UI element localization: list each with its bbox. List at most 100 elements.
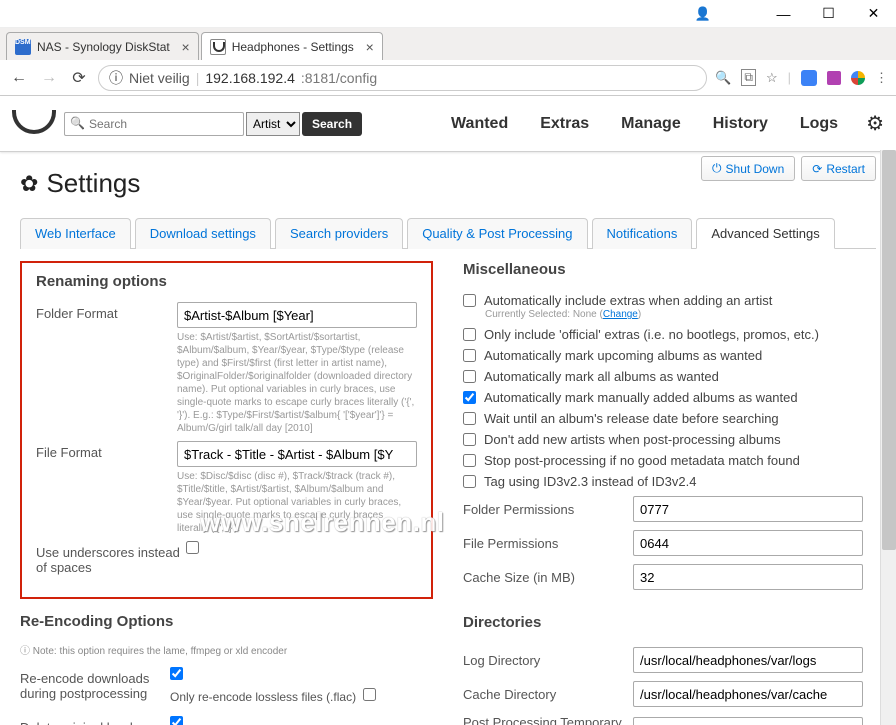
window-titlebar: 👤 — ☐ ✕ — [0, 0, 896, 28]
nav-extras[interactable]: Extras — [540, 115, 589, 133]
search-type-select[interactable]: Artist — [246, 112, 300, 136]
security-icon[interactable]: ⓘ — [109, 68, 123, 88]
only-lossless-checkbox[interactable] — [363, 688, 376, 701]
scrollbar-thumb[interactable] — [882, 150, 896, 550]
misc-option-row: Only include 'official' extras (i.e. no … — [463, 324, 876, 345]
misc-checkbox[interactable] — [463, 475, 476, 488]
reencoding-title: Re-Encoding Options — [20, 613, 433, 630]
file-perm-input[interactable] — [633, 530, 863, 556]
misc-checkbox[interactable] — [463, 328, 476, 341]
headphones-logo-icon[interactable] — [12, 104, 52, 144]
extension-pdf-icon[interactable] — [827, 71, 841, 85]
misc-option-label: Tag using ID3v2.3 instead of ID3v2.4 — [484, 474, 696, 489]
folder-perm-input[interactable] — [633, 496, 863, 522]
search-button[interactable]: Search — [302, 112, 362, 136]
tab-download-settings[interactable]: Download settings — [135, 218, 271, 249]
power-icon: ⏻ — [712, 161, 722, 176]
underscores-label: Use underscores instead of spaces — [36, 541, 186, 575]
tab-advanced[interactable]: Advanced Settings — [696, 218, 834, 249]
shutdown-button[interactable]: ⏻Shut Down — [701, 156, 795, 181]
nav-wanted[interactable]: Wanted — [451, 115, 508, 133]
scrollbar[interactable] — [880, 150, 896, 725]
tab-title: NAS - Synology DiskStat — [37, 40, 170, 54]
restart-button[interactable]: ⟳Restart — [801, 156, 876, 181]
cache-size-input[interactable] — [633, 564, 863, 590]
favicon-dsm: DSM — [15, 39, 31, 55]
app-header: Artist Search Wanted Extras Manage Histo… — [0, 96, 896, 152]
file-format-label: File Format — [36, 441, 177, 460]
misc-option-label: Don't add new artists when post-processi… — [484, 432, 781, 447]
refresh-icon: ⟳ — [812, 162, 822, 176]
tab-web-interface[interactable]: Web Interface — [20, 218, 131, 249]
window-maximize[interactable]: ☐ — [806, 0, 851, 28]
nav-reload[interactable]: ⟳ — [68, 68, 90, 88]
nav-manage[interactable]: Manage — [621, 115, 681, 133]
misc-checkbox[interactable] — [463, 370, 476, 383]
window-close[interactable]: ✕ — [851, 0, 896, 28]
security-label: Niet veilig — [129, 70, 190, 86]
tab-close-icon[interactable]: × — [366, 39, 374, 55]
renaming-options-box: Renaming options Folder Format Use: $Art… — [20, 261, 433, 599]
log-dir-input[interactable] — [633, 647, 863, 673]
folder-perm-label: Folder Permissions — [463, 502, 633, 517]
underscores-checkbox[interactable] — [186, 541, 199, 554]
folder-format-label: Folder Format — [36, 302, 177, 321]
cache-size-label: Cache Size (in MB) — [463, 570, 633, 585]
right-column: Miscellaneous Automatically include extr… — [463, 261, 876, 725]
misc-checkbox[interactable] — [463, 391, 476, 404]
reencode-checkbox[interactable] — [170, 667, 183, 680]
tab-search-providers[interactable]: Search providers — [275, 218, 403, 249]
browser-tab[interactable]: DSM NAS - Synology DiskStat × — [6, 32, 199, 60]
misc-option-label: Automatically include extras when adding… — [484, 293, 772, 308]
misc-checkbox[interactable] — [463, 294, 476, 307]
browser-tabstrip: DSM NAS - Synology DiskStat × Headphones… — [0, 28, 896, 60]
reencode-label: Re-encode downloads during postprocessin… — [20, 667, 170, 701]
browser-menu-icon[interactable]: ⋮ — [875, 70, 888, 86]
misc-subnote: Currently Selected: None (Change) — [485, 309, 876, 320]
reencoding-note: ⓘ Note: this option requires the lame, f… — [20, 642, 433, 657]
misc-checkbox[interactable] — [463, 433, 476, 446]
content-area: ⏻Shut Down ⟳Restart ✿Settings Web Interf… — [0, 152, 896, 725]
extension-icon[interactable] — [801, 70, 817, 86]
directories-title: Directories — [463, 614, 876, 631]
file-format-help: Use: $Disc/$disc (disc #), $Track/$track… — [177, 470, 417, 535]
misc-option-row: Automatically mark all albums as wanted — [463, 366, 876, 387]
misc-checkbox[interactable] — [463, 349, 476, 362]
address-field[interactable]: ⓘ Niet veilig | 192.168.192.4:8181/confi… — [98, 65, 707, 91]
delete-lossless-label: Delete original lossless files after enc… — [20, 716, 170, 725]
search-input[interactable] — [64, 112, 244, 136]
window-minimize[interactable]: — — [761, 0, 806, 28]
nav-logs[interactable]: Logs — [800, 115, 838, 133]
change-link[interactable]: Change — [603, 309, 638, 320]
folder-format-input[interactable] — [177, 302, 417, 328]
renaming-title: Renaming options — [36, 273, 417, 290]
pp-dir-input[interactable] — [633, 717, 863, 725]
tab-notifications[interactable]: Notifications — [592, 218, 693, 249]
nav-history[interactable]: History — [713, 115, 768, 133]
cache-dir-label: Cache Directory — [463, 687, 633, 702]
misc-option-row: Automatically include extras when adding… — [463, 290, 876, 311]
misc-checkbox[interactable] — [463, 454, 476, 467]
misc-option-row: Automatically mark upcoming albums as wa… — [463, 345, 876, 366]
translate-icon[interactable]: ⧉ — [741, 69, 756, 86]
nav-back[interactable]: ← — [8, 69, 30, 87]
misc-option-label: Only include 'official' extras (i.e. no … — [484, 327, 819, 342]
misc-option-row: Automatically mark manually added albums… — [463, 387, 876, 408]
tab-quality-post[interactable]: Quality & Post Processing — [407, 218, 587, 249]
only-lossless-label: Only re-encode lossless files (.flac) — [170, 690, 356, 704]
misc-option-label: Automatically mark manually added albums… — [484, 390, 798, 405]
left-column: Renaming options Folder Format Use: $Art… — [20, 261, 433, 725]
misc-checkbox[interactable] — [463, 412, 476, 425]
zoom-icon[interactable]: 🔍 — [715, 70, 731, 86]
favicon-headphones — [210, 39, 226, 55]
browser-tab-active[interactable]: Headphones - Settings × — [201, 32, 383, 60]
cache-dir-input[interactable] — [633, 681, 863, 707]
folder-format-help: Use: $Artist/$artist, $SortArtist/$sorta… — [177, 331, 417, 435]
tab-close-icon[interactable]: × — [182, 39, 190, 55]
file-format-input[interactable] — [177, 441, 417, 467]
settings-gear-icon[interactable]: ⚙ — [866, 111, 884, 136]
profile-icon[interactable]: 👤 — [695, 6, 711, 22]
delete-lossless-checkbox[interactable] — [170, 716, 183, 725]
star-icon[interactable]: ☆ — [766, 70, 778, 86]
extension-chrome-icon[interactable] — [851, 71, 865, 85]
